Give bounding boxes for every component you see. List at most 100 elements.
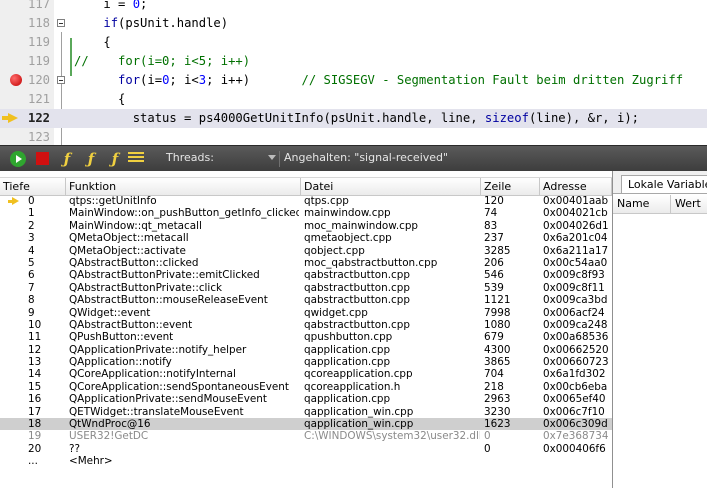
table-row[interactable]: 18 QtWndProc@16 qapplication_win.cpp 1623 0x… bbox=[0, 418, 612, 431]
stack-view[interactable]: Tiefe Funktion Datei Zeile Adresse 0 qtps… bbox=[0, 171, 613, 488]
line-number: 120 bbox=[27, 73, 50, 87]
frame-address: 0x7e368734 bbox=[543, 430, 609, 443]
header-value[interactable]: Wert bbox=[671, 195, 707, 213]
header-line[interactable]: Zeile bbox=[481, 178, 540, 195]
locals-panel: Lokale Variablen Name Wert bbox=[613, 171, 707, 488]
code-line[interactable]: 121 { bbox=[0, 90, 707, 109]
frame-file: qabstractbutton.cpp bbox=[304, 294, 410, 307]
frame-function: qtps::getUnitInfo bbox=[69, 195, 157, 207]
fold-toggle-icon[interactable] bbox=[57, 19, 65, 27]
current-frame-arrow-icon bbox=[8, 197, 19, 205]
table-row[interactable]: 4 QMetaObject::activate qobject.cpp 3285 0x6… bbox=[0, 245, 612, 257]
frame-function: QPushButton::event bbox=[69, 331, 174, 344]
frame-function: MainWindow::on_pushButton_getInfo_clicke… bbox=[69, 207, 299, 220]
instruction-mode-button[interactable] bbox=[128, 150, 146, 168]
stack-rows: 0 qtps::getUnitInfo qtps.cpp 120 0x00401aab 1… bbox=[0, 195, 612, 468]
play-icon bbox=[10, 151, 26, 167]
frame-depth: 5 bbox=[28, 256, 35, 269]
header-function[interactable]: Funktion bbox=[66, 178, 301, 195]
frame-file: qpushbutton.cpp bbox=[304, 331, 393, 344]
frame-line: 7998 bbox=[484, 306, 511, 319]
table-row[interactable]: 14 QCoreApplication::notifyInternal qcorea… bbox=[0, 368, 612, 380]
disassembly-icon bbox=[128, 152, 144, 166]
table-row[interactable]: 15 QCoreApplication::sendSpontaneousEvent… bbox=[0, 381, 612, 393]
frame-file: qcoreapplication.h bbox=[304, 380, 401, 393]
stack-header: Tiefe Funktion Datei Zeile Adresse bbox=[0, 177, 612, 196]
code-editor[interactable]: 117 i = 0; 118 if(psUnit.handle) 119 {119/… bbox=[0, 0, 707, 145]
frame-file: qapplication_win.cpp bbox=[304, 418, 414, 431]
code-text: { bbox=[74, 35, 111, 49]
frame-file: moc_qabstractbutton.cpp bbox=[304, 256, 438, 269]
frame-line: 1121 bbox=[484, 294, 511, 307]
frame-address: 0x00c54aa0 bbox=[543, 256, 608, 269]
table-row[interactable]: 13 QApplication::notify qapplication.cpp 38… bbox=[0, 356, 612, 368]
continue-button[interactable] bbox=[10, 150, 28, 168]
frame-function: QApplicationPrivate::sendMouseEvent bbox=[69, 393, 267, 406]
table-row[interactable]: 0 qtps::getUnitInfo qtps.cpp 120 0x00401aab bbox=[0, 195, 612, 207]
breakpoint-icon[interactable] bbox=[10, 74, 22, 86]
frame-line: 3865 bbox=[484, 356, 511, 369]
table-row[interactable]: 7 QAbstractButtonPrivate::click qabstractb… bbox=[0, 282, 612, 294]
frame-line: 704 bbox=[484, 368, 504, 381]
frame-depth: 9 bbox=[28, 306, 35, 319]
table-row[interactable]: 17 QETWidget::translateMouseEvent qapplica… bbox=[0, 406, 612, 418]
step-out-icon: ƒ bbox=[111, 150, 119, 168]
code-line[interactable]: 122 status = ps4000GetUnitInfo(psUnit.ha… bbox=[0, 109, 707, 128]
frame-address: 0x6a211a17 bbox=[543, 244, 609, 257]
debugger-toolbar: ƒ ƒ ƒ Threads: Angehalten: "signal-recei… bbox=[0, 145, 707, 172]
table-row[interactable]: 1 MainWindow::on_pushButton_getInfo_click… bbox=[0, 207, 612, 219]
frame-depth: 16 bbox=[28, 393, 42, 406]
table-row[interactable]: ... <Mehr> bbox=[0, 455, 612, 467]
code-line[interactable]: 117 i = 0; bbox=[0, 0, 707, 14]
frame-file: qobject.cpp bbox=[304, 244, 365, 257]
table-row[interactable]: 9 QWidget::event qwidget.cpp 7998 0x006acf24 bbox=[0, 307, 612, 319]
threads-dropdown-chevron-icon[interactable] bbox=[268, 155, 276, 160]
table-row[interactable]: 12 QApplicationPrivate::notify_helper qapp… bbox=[0, 344, 612, 356]
frame-address: 0x009c8f93 bbox=[543, 269, 605, 282]
frame-file: moc_mainwindow.cpp bbox=[304, 219, 419, 232]
frame-address: 0x009ca248 bbox=[543, 318, 608, 331]
table-row[interactable]: 3 QMetaObject::metacall qmetaobject.cpp 237… bbox=[0, 232, 612, 244]
frame-function: QETWidget::translateMouseEvent bbox=[69, 405, 244, 418]
header-address[interactable]: Adresse bbox=[540, 178, 612, 195]
frame-address: 0x004026d1 bbox=[543, 219, 609, 232]
table-row[interactable]: 20?? 0 0x000406f6 bbox=[0, 443, 612, 455]
fold-toggle-icon[interactable] bbox=[57, 76, 65, 84]
table-row[interactable]: 2 MainWindow::qt_metacall moc_mainwindow.c… bbox=[0, 220, 612, 232]
toolbar-separator bbox=[279, 151, 280, 167]
frame-address: 0x00660723 bbox=[543, 356, 609, 369]
table-row[interactable]: 19 USER32!GetDC C:\WINDOWS\system32\user32… bbox=[0, 430, 612, 442]
tab-locals[interactable]: Lokale Variablen bbox=[621, 175, 707, 193]
frame-file: qabstractbutton.cpp bbox=[304, 281, 410, 294]
step-into-button[interactable]: ƒ bbox=[82, 150, 100, 168]
frame-depth: 8 bbox=[28, 294, 35, 307]
code-line[interactable]: 119 { bbox=[0, 33, 707, 52]
stop-debugger-button[interactable] bbox=[34, 150, 52, 168]
frame-address: 0x00401aab bbox=[543, 195, 609, 207]
table-row[interactable]: 11 QPushButton::event qpushbutton.cpp 679 0x… bbox=[0, 331, 612, 343]
code-line[interactable]: 119 // for(i=0; i<5; i++) bbox=[0, 52, 707, 71]
line-number: 121 bbox=[27, 92, 50, 106]
frame-file: qtps.cpp bbox=[304, 195, 349, 207]
frame-function: QtWndProc@16 bbox=[69, 418, 151, 431]
table-row[interactable]: 6 QAbstractButtonPrivate::emitClicked qabs… bbox=[0, 269, 612, 281]
table-row[interactable]: 10 QAbstractButton::event qabstractbutton.… bbox=[0, 319, 612, 331]
frame-function: QCoreApplication::notifyInternal bbox=[69, 368, 236, 381]
step-over-button[interactable]: ƒ bbox=[58, 150, 76, 168]
header-depth[interactable]: Tiefe bbox=[0, 178, 66, 195]
frame-address: 0x00662520 bbox=[543, 343, 609, 356]
table-row[interactable]: 8 QAbstractButton::mouseReleaseEvent qabst… bbox=[0, 294, 612, 306]
frame-file: qapplication.cpp bbox=[304, 393, 391, 406]
table-row[interactable]: 16 QApplicationPrivate::sendMouseEvent qap… bbox=[0, 393, 612, 405]
header-name[interactable]: Name bbox=[613, 195, 671, 213]
frame-depth: 15 bbox=[28, 380, 42, 393]
step-into-icon: ƒ bbox=[87, 150, 95, 168]
table-row[interactable]: 5 QAbstractButton::clicked moc_qabstractbu… bbox=[0, 257, 612, 269]
code-line[interactable]: 118 if(psUnit.handle) bbox=[0, 14, 707, 33]
header-file[interactable]: Datei bbox=[301, 178, 481, 195]
code-line[interactable]: 120 for(i=0; i<3; i++) // SIGSEGV - Segm… bbox=[0, 71, 707, 90]
code-line[interactable]: 123 bbox=[0, 128, 707, 145]
locals-header: Name Wert bbox=[613, 195, 707, 214]
code-text: { bbox=[74, 92, 126, 106]
step-out-button[interactable]: ƒ bbox=[106, 150, 124, 168]
